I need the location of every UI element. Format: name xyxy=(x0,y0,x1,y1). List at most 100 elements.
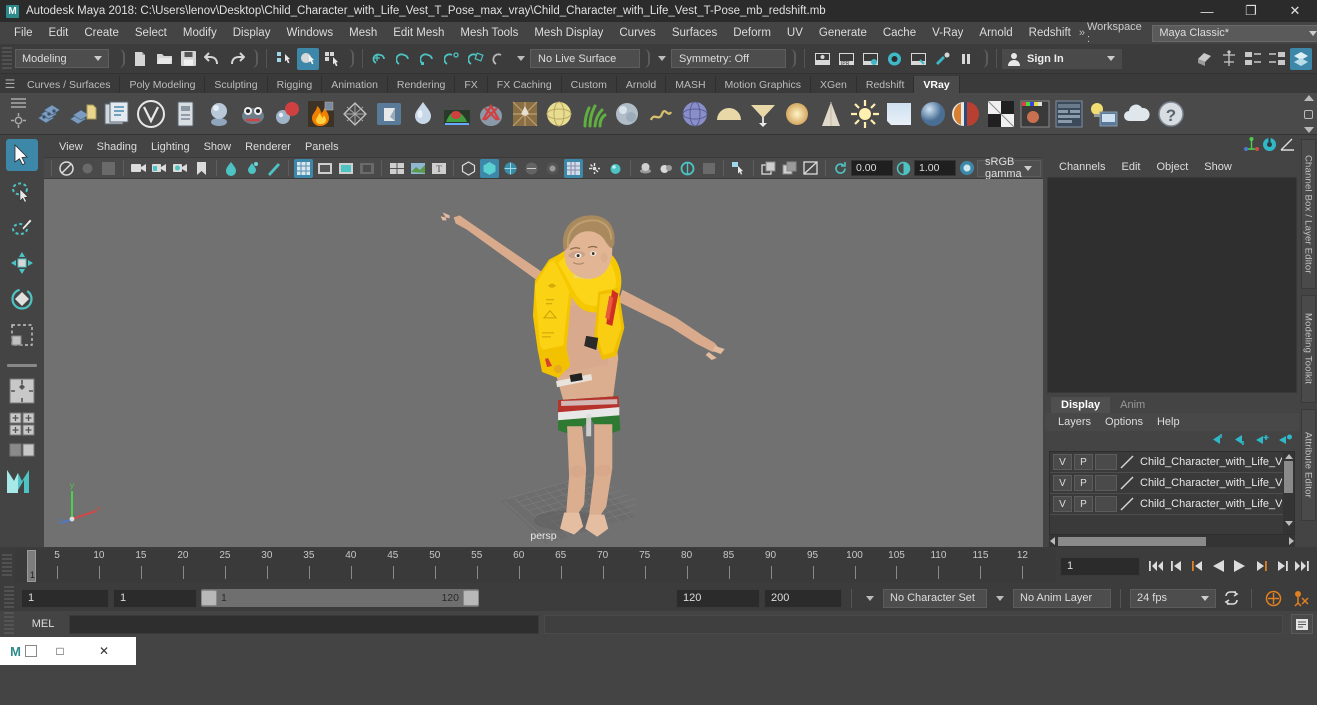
save-scene-button[interactable] xyxy=(177,48,199,70)
menu-mesh-display[interactable]: Mesh Display xyxy=(526,24,611,42)
time-slider-track[interactable]: 1 5 10 15 20 25 30 35 40 45 50 55 60 65 70 75 80 85 90 95 1… xyxy=(15,549,1056,583)
xray-active-components-icon[interactable] xyxy=(564,158,583,178)
playback-end-time-field[interactable]: 120 xyxy=(676,588,760,608)
show-hide-hypershade-button[interactable] xyxy=(1218,48,1240,70)
script-language-label[interactable]: MEL xyxy=(22,615,64,634)
shelf-menu-icon[interactable]: ☰ xyxy=(2,74,18,93)
shelf-tab-rendering[interactable]: Rendering xyxy=(388,76,456,93)
layer-visibility-toggle[interactable]: V xyxy=(1053,475,1072,491)
maximize-button[interactable]: ❐ xyxy=(1229,0,1273,22)
layer-playback-toggle[interactable]: P xyxy=(1074,454,1093,470)
isolate-select-icon[interactable] xyxy=(729,159,748,178)
layer-list-vertical-scrollbar[interactable] xyxy=(1283,452,1294,534)
shelf-tab-motion-graphics[interactable]: Motion Graphics xyxy=(716,76,811,93)
two-pane-layout-button[interactable] xyxy=(6,441,38,459)
show-manipulator-icon[interactable] xyxy=(1244,137,1259,155)
shelf-icon-vray-ies-light[interactable] xyxy=(747,98,779,130)
taskbar-maximize-button[interactable]: □ xyxy=(39,644,81,658)
shelf-icon-vray-grass[interactable] xyxy=(577,98,609,130)
shelf-icon-vray-rect-light[interactable] xyxy=(883,98,915,130)
snap-to-points-button[interactable] xyxy=(417,48,439,70)
playback-speed-selector[interactable]: 24 fps xyxy=(1130,588,1216,608)
channel-menu-edit[interactable]: Edit xyxy=(1113,159,1148,175)
move-tool[interactable] xyxy=(6,247,38,279)
shelf-icon-vray-checker[interactable] xyxy=(985,98,1017,130)
layer-playback-toggle[interactable]: P xyxy=(1074,475,1093,491)
rotate-tool[interactable] xyxy=(6,283,38,315)
anti-aliasing-icon[interactable] xyxy=(678,159,697,178)
pause-ipr-button[interactable] xyxy=(955,48,977,70)
layer-visibility-toggle[interactable]: V xyxy=(1053,496,1072,512)
channel-menu-channels[interactable]: Channels xyxy=(1051,159,1113,175)
two-sided-lighting-icon[interactable] xyxy=(150,159,169,178)
menu-file[interactable]: File xyxy=(6,24,41,42)
wireframe-on-shaded-icon[interactable] xyxy=(501,159,520,178)
shelf-tab-custom[interactable]: Custom xyxy=(562,76,617,93)
graph-editor-icon[interactable] xyxy=(1280,137,1295,155)
taskbar-close-button[interactable]: ✕ xyxy=(83,644,125,658)
range-slider[interactable]: 1 120 xyxy=(201,589,479,607)
menu-edit[interactable]: Edit xyxy=(41,24,77,42)
layer-color-swatch[interactable] xyxy=(1119,475,1136,491)
layer-display-type-toggle[interactable] xyxy=(1095,496,1117,512)
chevron-down-icon[interactable] xyxy=(866,595,874,601)
scroll-thumb[interactable] xyxy=(1284,461,1293,493)
make-live-button[interactable] xyxy=(489,48,511,70)
vtab-attribute-editor[interactable]: Attribute Editor xyxy=(1300,409,1316,521)
paint-select-tool[interactable] xyxy=(6,211,38,243)
channel-menu-object[interactable]: Object xyxy=(1148,159,1196,175)
select-by-hierarchy-button[interactable] xyxy=(273,48,295,70)
viewport-menu-panels[interactable]: Panels xyxy=(298,139,346,155)
shelf-icon-vray-curve[interactable] xyxy=(645,98,677,130)
shelf-icon-vray-material[interactable] xyxy=(203,98,235,130)
render-globals-icon[interactable] xyxy=(99,159,118,178)
wireframe-shading-icon[interactable] xyxy=(387,159,406,178)
viewport-menu-show[interactable]: Show xyxy=(197,139,239,155)
workspace-selector[interactable]: Maya Classic* xyxy=(1152,24,1317,42)
character-set-selector[interactable]: No Character Set xyxy=(883,588,987,608)
close-button[interactable]: ✕ xyxy=(1273,0,1317,22)
script-editor-icon[interactable] xyxy=(1291,614,1313,634)
menu-curves[interactable]: Curves xyxy=(611,24,663,42)
exposure-reset-icon[interactable] xyxy=(831,159,850,178)
camera-attributes-icon[interactable] xyxy=(78,159,97,178)
range-start-handle[interactable] xyxy=(201,590,217,606)
shelf-tab-curves-surfaces[interactable]: Curves / Surfaces xyxy=(18,76,121,93)
channel-menu-show[interactable]: Show xyxy=(1196,159,1240,175)
menu-overflow-icon[interactable]: » xyxy=(1079,27,1085,39)
exposure-icon[interactable] xyxy=(243,159,262,178)
default-light-icon[interactable] xyxy=(585,159,604,178)
menu-redshift[interactable]: Redshift xyxy=(1021,24,1079,42)
shelf-icon-vray-fire[interactable] xyxy=(305,98,337,130)
symmetry-field[interactable]: Symmetry: Off xyxy=(671,49,786,68)
select-by-object-type-button[interactable] xyxy=(297,47,319,70)
perspective-viewport[interactable]: y x z persp xyxy=(44,179,1043,547)
layer-display-type-toggle[interactable] xyxy=(1095,454,1117,470)
redo-button[interactable] xyxy=(225,48,247,70)
current-frame-field[interactable]: 1 xyxy=(1060,556,1140,576)
loop-icon[interactable] xyxy=(1220,591,1242,605)
range-slider-grip[interactable] xyxy=(4,586,14,610)
render-current-frame-button[interactable] xyxy=(811,48,833,70)
viewport-menu-lighting[interactable]: Lighting xyxy=(144,139,197,155)
scroll-thumb[interactable] xyxy=(1058,536,1206,546)
shelf-icon-vray-render-elements[interactable] xyxy=(169,98,201,130)
camera-icon[interactable] xyxy=(129,159,148,178)
xray-joints-icon[interactable] xyxy=(543,159,562,178)
menu-cache[interactable]: Cache xyxy=(875,24,924,42)
menu-modify[interactable]: Modify xyxy=(175,24,225,42)
xray-display-icon[interactable] xyxy=(522,159,541,178)
open-scene-button[interactable] xyxy=(153,48,175,70)
statusline-grip[interactable] xyxy=(2,46,12,71)
layer-list-horizontal-scrollbar[interactable] xyxy=(1049,535,1295,547)
color-profile-selector[interactable]: sRGB gamma xyxy=(977,156,1041,180)
gamma-field[interactable]: 1.00 xyxy=(914,160,956,176)
sign-in-button[interactable]: Sign In xyxy=(1002,48,1122,69)
new-layer-icon[interactable] xyxy=(1254,433,1270,449)
snap-to-curves-button[interactable] xyxy=(393,48,415,70)
shelf-tab-fx[interactable]: FX xyxy=(455,76,488,93)
snap-to-view-planes-button[interactable] xyxy=(465,48,487,70)
scale-tool[interactable] xyxy=(6,319,38,351)
shelf-icon-vray-plane[interactable] xyxy=(509,98,541,130)
shelf-tab-rigging[interactable]: Rigging xyxy=(268,76,323,93)
